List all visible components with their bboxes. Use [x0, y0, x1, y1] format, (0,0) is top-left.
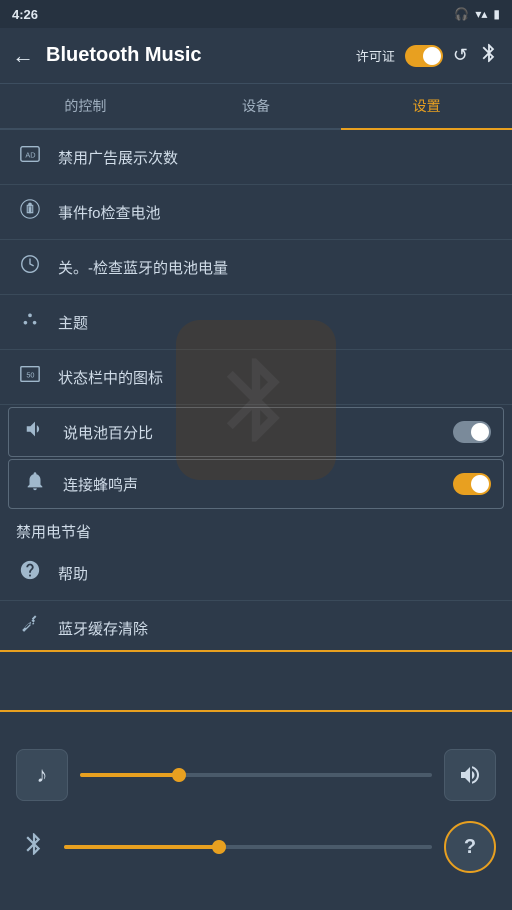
settings-list: AD 禁用广告展示次数 事件fo检查电池 关。-检查蓝牙的电池电量 主题 50 … [0, 130, 512, 650]
toggle-knob-on [471, 475, 489, 493]
headphones-icon: 🎧 [454, 7, 469, 21]
ads-label: 禁用广告展示次数 [58, 147, 496, 168]
setting-connect-beep[interactable]: 连接蜂鸣声 [8, 459, 504, 509]
header: ← Bluetooth Music 许可证 ↺ [0, 28, 512, 84]
status-icons: 🎧 ▾▴ ▮ [454, 7, 500, 21]
tab-controls[interactable]: 的控制 [0, 84, 171, 128]
bt-cache-label: 蓝牙缓存清除 [58, 618, 496, 639]
refresh-icon[interactable]: ↺ [453, 45, 468, 66]
say-battery-toggle[interactable] [453, 421, 491, 443]
say-battery-label: 说电池百分比 [63, 422, 439, 443]
bt-slider-fill [64, 845, 219, 849]
theme-label: 主题 [58, 312, 496, 333]
bluetooth-header-icon[interactable] [478, 42, 500, 69]
status-time: 4:26 [12, 7, 38, 22]
theme-icon [16, 308, 44, 336]
music-volume-row: ♪ [16, 749, 496, 801]
permission-toggle[interactable] [405, 45, 443, 67]
ads-icon: AD [16, 143, 44, 171]
event-icon [16, 198, 44, 226]
battery-check-label: 关。-检查蓝牙的电池电量 [58, 257, 496, 278]
help-icon [16, 559, 44, 587]
setting-theme[interactable]: 主题 [0, 295, 512, 350]
clock-icon [16, 253, 44, 281]
statusbar-icon: 50 [16, 363, 44, 391]
connect-beep-toggle[interactable] [453, 473, 491, 495]
music-icon-button[interactable]: ♪ [16, 749, 68, 801]
volume-icon [458, 763, 482, 787]
status-bar: 4:26 🎧 ▾▴ ▮ [0, 0, 512, 28]
event-label: 事件fo检查电池 [58, 202, 496, 223]
music-slider-fill [80, 773, 179, 777]
bt-row-icon [16, 831, 52, 864]
back-button[interactable]: ← [12, 43, 34, 69]
music-slider[interactable] [80, 773, 432, 777]
svg-text:50: 50 [26, 371, 34, 380]
bt-slider-thumb [212, 840, 226, 854]
toggle-knob-off [471, 423, 489, 441]
question-button[interactable]: ? [444, 821, 496, 873]
tab-devices[interactable]: 设备 [171, 84, 342, 128]
speaker-icon [21, 418, 49, 446]
tab-settings[interactable]: 设置 [341, 84, 512, 128]
divider [0, 650, 512, 652]
svg-text:AD: AD [25, 151, 35, 160]
question-icon: ? [464, 836, 476, 859]
disable-save-label: 禁用电节省 [0, 511, 512, 546]
bell-icon [21, 470, 49, 498]
wrench-icon [16, 614, 44, 642]
setting-status-icon[interactable]: 50 状态栏中的图标 [0, 350, 512, 405]
music-slider-thumb [172, 768, 186, 782]
status-icon-label: 状态栏中的图标 [58, 367, 496, 388]
signal-icon: ▾▴ [475, 7, 487, 21]
setting-say-battery[interactable]: 说电池百分比 [8, 407, 504, 457]
bottom-player: ♪ ? [0, 710, 512, 910]
setting-battery-check[interactable]: 关。-检查蓝牙的电池电量 [0, 240, 512, 295]
bt-slider[interactable] [64, 845, 432, 849]
music-note-icon: ♪ [37, 762, 48, 788]
permission-label: 许可证 [356, 46, 395, 65]
connect-beep-label: 连接蜂鸣声 [63, 474, 439, 495]
tab-bar: 的控制 设备 设置 [0, 84, 512, 130]
setting-help[interactable]: 帮助 [0, 546, 512, 601]
setting-event-check[interactable]: 事件fo检查电池 [0, 185, 512, 240]
help-label: 帮助 [58, 563, 496, 584]
page-title: Bluetooth Music [46, 44, 356, 67]
setting-ads[interactable]: AD 禁用广告展示次数 [0, 130, 512, 185]
toggle-knob [423, 47, 441, 65]
volume-button[interactable] [444, 749, 496, 801]
header-actions: 许可证 ↺ [356, 42, 500, 69]
battery-icon: ▮ [493, 7, 500, 21]
setting-bt-cache[interactable]: 蓝牙缓存清除 [0, 601, 512, 650]
bt-volume-row: ? [16, 821, 496, 873]
